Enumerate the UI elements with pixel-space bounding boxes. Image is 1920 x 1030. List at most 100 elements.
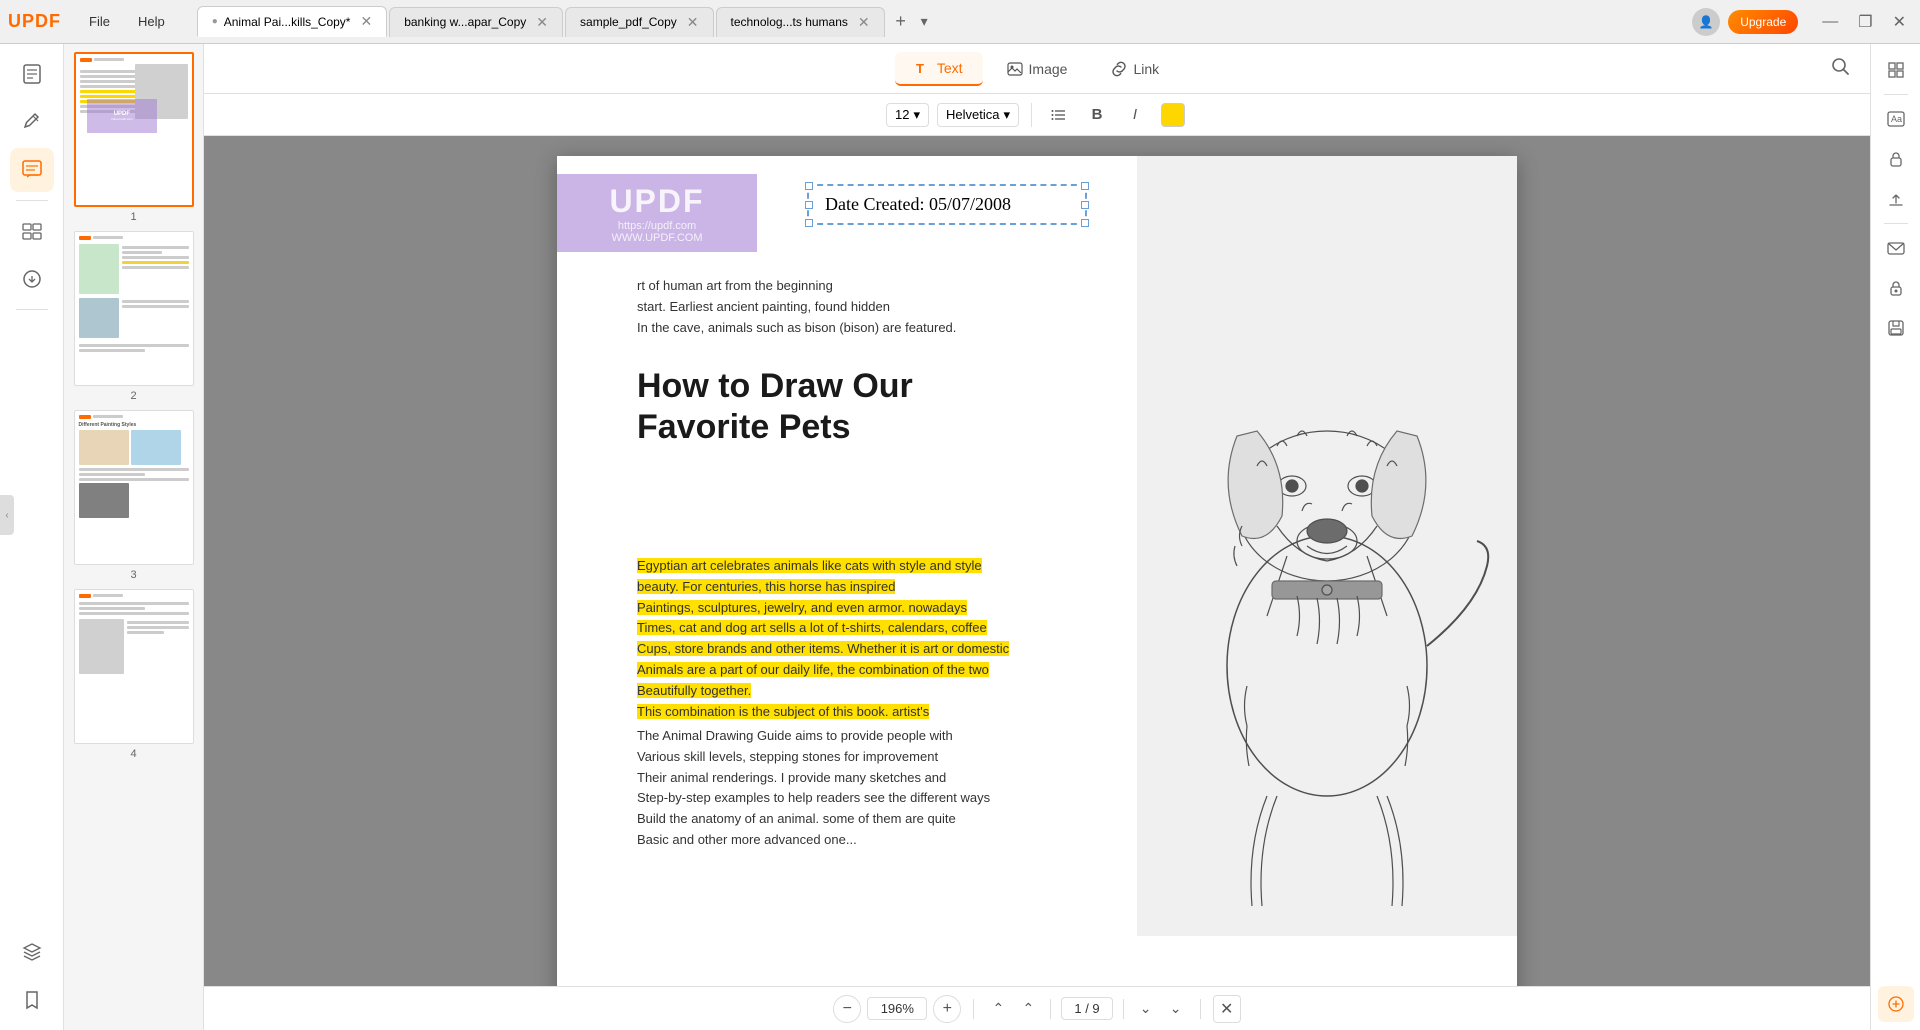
thumbnail-2[interactable]: 2 bbox=[72, 231, 195, 402]
page-nav: ⌃ ⌃ 1 / 9 ⌄ ⌄ bbox=[986, 997, 1187, 1021]
tab-sample-label: sample_pdf_Copy bbox=[580, 15, 677, 29]
sidebar-icon-extract[interactable] bbox=[10, 257, 54, 301]
main-area: T Text Image Link 12 ▾ bbox=[204, 44, 1870, 1030]
right-icon-mail[interactable] bbox=[1878, 230, 1914, 266]
page-heading: How to Draw OurFavorite Pets bbox=[637, 366, 1127, 448]
nl-line-0: The Animal Drawing Guide aims to provide… bbox=[637, 726, 1127, 747]
r-divider-2 bbox=[1884, 223, 1908, 224]
right-icon-upload[interactable] bbox=[1878, 181, 1914, 217]
tab-animal-close[interactable]: ✕ bbox=[360, 13, 372, 30]
close-nav-button[interactable]: ✕ bbox=[1213, 995, 1241, 1023]
heading-block: How to Draw OurFavorite Pets bbox=[637, 366, 1127, 464]
thumb-img-1: UPDF https://updf.com bbox=[74, 52, 194, 207]
right-icon-ai[interactable] bbox=[1878, 986, 1914, 1022]
hl-line-2: Paintings, sculptures, jewelry, and even… bbox=[637, 598, 1127, 619]
close-window-button[interactable]: ✕ bbox=[1887, 8, 1912, 36]
list-button[interactable] bbox=[1044, 100, 1074, 130]
nav-scroll-up[interactable]: ⌃ bbox=[986, 997, 1010, 1021]
toolbar-tab-link[interactable]: Link bbox=[1091, 53, 1179, 85]
nav-sep-3 bbox=[1123, 999, 1124, 1019]
nav-sep-2 bbox=[1050, 999, 1051, 1019]
image-tab-label: Image bbox=[1029, 61, 1068, 77]
tab-banking[interactable]: banking w...apar_Copy ✕ bbox=[389, 7, 563, 37]
toolbar-tab-image[interactable]: Image bbox=[987, 53, 1088, 85]
tab-sample-close[interactable]: ✕ bbox=[687, 14, 699, 31]
body-line-1: rt of human art from the beginning bbox=[637, 276, 1137, 297]
right-icon-text[interactable]: Aa bbox=[1878, 101, 1914, 137]
maximize-button[interactable]: ❐ bbox=[1852, 8, 1878, 36]
new-tab-button[interactable]: + bbox=[887, 8, 915, 36]
sidebar-divider-2 bbox=[16, 309, 48, 310]
right-icon-lock[interactable] bbox=[1878, 141, 1914, 177]
thumb-num-2: 2 bbox=[130, 390, 136, 402]
tab-technology-close[interactable]: ✕ bbox=[858, 14, 870, 31]
thumbnail-4[interactable]: 4 bbox=[72, 589, 195, 760]
right-icon-save[interactable] bbox=[1878, 310, 1914, 346]
thumbnail-1[interactable]: UPDF https://updf.com bbox=[72, 52, 195, 223]
hl-line-3: Times, cat and dog art sells a lot of t-… bbox=[637, 618, 1127, 639]
nl-line-2: Their animal renderings. I provide many … bbox=[637, 768, 1127, 789]
sidebar-icon-layers[interactable] bbox=[10, 930, 54, 974]
thumb-img-4 bbox=[74, 589, 194, 744]
zoom-in-button[interactable]: + bbox=[933, 995, 961, 1023]
page-total: 9 bbox=[1092, 1001, 1099, 1016]
r-divider-1 bbox=[1884, 94, 1908, 95]
tab-sample[interactable]: sample_pdf_Copy ✕ bbox=[565, 7, 713, 37]
zoom-value[interactable]: 196% bbox=[867, 997, 927, 1020]
font-size-select[interactable]: 12 ▾ bbox=[886, 103, 929, 127]
app-logo: UPDF bbox=[8, 11, 61, 32]
watermark-url: https://updf.com bbox=[618, 220, 696, 232]
page-indicator[interactable]: 1 / 9 bbox=[1061, 997, 1112, 1020]
right-sidebar: Aa bbox=[1870, 44, 1920, 1030]
handle-bl bbox=[805, 219, 813, 227]
sidebar-icon-bookmark[interactable] bbox=[10, 978, 54, 1022]
text-tab-label: Text bbox=[937, 60, 963, 76]
right-icon-lock2[interactable] bbox=[1878, 270, 1914, 306]
help-menu[interactable]: Help bbox=[124, 8, 179, 35]
sidebar-divider-1 bbox=[16, 200, 48, 201]
toolbar-tab-text[interactable]: T Text bbox=[895, 52, 983, 86]
zoom-out-button[interactable]: − bbox=[833, 995, 861, 1023]
app-body: ‹ UPDF https://updf.com bbox=[0, 44, 1920, 1030]
right-icon-crop[interactable] bbox=[1878, 52, 1914, 88]
color-picker-button[interactable] bbox=[1158, 100, 1188, 130]
nav-menu: File Help bbox=[75, 8, 179, 35]
tab-overflow-button[interactable]: ▾ bbox=[921, 13, 928, 30]
highlighted-block: Egyptian art celebrates animals like cat… bbox=[637, 556, 1127, 722]
sidebar-icon-annotate[interactable] bbox=[10, 148, 54, 192]
font-family-select[interactable]: Helvetica ▾ bbox=[937, 103, 1019, 127]
minimize-button[interactable]: — bbox=[1816, 9, 1844, 35]
text-edit-content[interactable]: Date Created: 05/07/2008 bbox=[825, 194, 1069, 215]
nav-sep-1 bbox=[973, 999, 974, 1019]
main-toolbar: T Text Image Link bbox=[204, 44, 1870, 94]
text-edit-box[interactable]: Date Created: 05/07/2008 bbox=[807, 184, 1087, 225]
thumbnail-3[interactable]: Different Painting Styles bbox=[72, 410, 195, 581]
handle-ml bbox=[805, 201, 813, 209]
sidebar-icon-organize[interactable] bbox=[10, 209, 54, 253]
font-size-value: 12 bbox=[895, 107, 909, 122]
hl-line-1: beauty. For centuries, this horse has in… bbox=[637, 577, 1127, 598]
search-icon[interactable] bbox=[1830, 56, 1850, 81]
tab-banking-close[interactable]: ✕ bbox=[536, 14, 548, 31]
hl-line-4: Cups, store brands and other items. Whet… bbox=[637, 639, 1127, 660]
tab-animal[interactable]: ● Animal Pai...kills_Copy* ✕ bbox=[197, 6, 388, 37]
italic-button[interactable]: I bbox=[1120, 100, 1150, 130]
font-family-value: Helvetica bbox=[946, 107, 999, 122]
nav-scroll-down[interactable]: ⌄ bbox=[1134, 997, 1158, 1021]
handle-tl bbox=[805, 182, 813, 190]
nav-scroll-down2[interactable]: ⌄ bbox=[1164, 997, 1188, 1021]
sidebar-icon-pages[interactable] bbox=[10, 52, 54, 96]
upgrade-button[interactable]: Upgrade bbox=[1728, 10, 1798, 34]
window-controls: — ❐ ✕ bbox=[1816, 8, 1912, 36]
tab-technology-label: technolog...ts humans bbox=[731, 15, 848, 29]
thumbnail-panel: ‹ UPDF https://updf.com bbox=[64, 44, 204, 1030]
pdf-page: UPDF https://updf.com WWW.UPDF.COM Date … bbox=[557, 156, 1517, 986]
tab-technology[interactable]: technolog...ts humans ✕ bbox=[716, 7, 885, 37]
handle-br bbox=[1081, 219, 1089, 227]
file-menu[interactable]: File bbox=[75, 8, 124, 35]
bottom-toolbar: − 196% + ⌃ ⌃ 1 / 9 ⌄ ⌄ ✕ bbox=[204, 986, 1870, 1030]
sidebar-icon-edit[interactable] bbox=[10, 100, 54, 144]
nl-line-1: Various skill levels, stepping stones fo… bbox=[637, 747, 1127, 768]
nav-scroll-up2[interactable]: ⌃ bbox=[1016, 997, 1040, 1021]
bold-button[interactable]: B bbox=[1082, 100, 1112, 130]
